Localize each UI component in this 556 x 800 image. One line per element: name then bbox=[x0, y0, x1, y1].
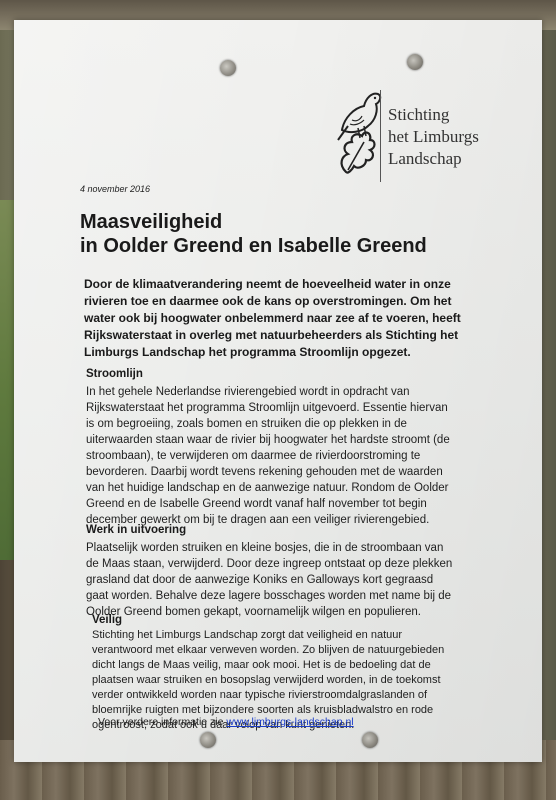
screw-top-right-icon bbox=[407, 54, 423, 70]
body-line: uiterwaarden staan waar de rivier bij ho… bbox=[86, 434, 450, 446]
section-heading-stroomlijn: Stroomlijn bbox=[86, 368, 143, 380]
logo-line: Stichting bbox=[388, 105, 450, 124]
body-line: stroombaan), te verwijderen om daarmee d… bbox=[86, 450, 421, 462]
screw-bottom-right-icon bbox=[362, 732, 378, 748]
section-body-stroomlijn: In het gehele Nederlandse rivierengebied… bbox=[86, 384, 526, 528]
body-line: Plaatselijk worden struiken en kleine bo… bbox=[86, 542, 444, 554]
body-line: van het huidige landschap en de aanwezig… bbox=[86, 482, 449, 494]
body-line: Rijkswaterstaat het programma Stroomlijn… bbox=[86, 402, 448, 414]
body-line: gaat worden. Behalve deze lagere bosscha… bbox=[86, 590, 452, 602]
body-line: de Maas staan, verwijderd. Door deze ing… bbox=[86, 558, 453, 570]
footer-info: Voor verdere informatie zie www.limburgs… bbox=[98, 716, 354, 728]
intro-line: rivieren toe en daarmee ook de kans op o… bbox=[84, 294, 452, 308]
logo-wordmark: Stichting het Limburgs Landschap bbox=[388, 104, 479, 170]
footer-text: Voor verdere informatie zie bbox=[98, 716, 227, 728]
screw-top-left-icon bbox=[220, 60, 236, 76]
body-line: is om begroeiing, zoals bomen en struike… bbox=[86, 418, 407, 430]
body-line: verder ontwikkeld worden naar typische r… bbox=[92, 689, 428, 701]
intro-paragraph: Door de klimaatverandering neemt de hoev… bbox=[84, 276, 524, 361]
body-line: In het gehele Nederlandse rivierengebied… bbox=[86, 386, 410, 398]
logo-divider bbox=[380, 90, 381, 182]
section-heading-werk-in-uitvoering: Werk in uitvoering bbox=[86, 524, 187, 536]
title-line: Maasveiligheid bbox=[80, 211, 223, 233]
screw-bottom-left-icon bbox=[200, 732, 216, 748]
body-line: Greend en de Isabelle Greend wordt vanaf… bbox=[86, 498, 427, 510]
intro-line: Rijkswaterstaat in overleg met natuurbeh… bbox=[84, 328, 459, 342]
intro-line: Door de klimaatverandering neemt de hoev… bbox=[84, 277, 451, 291]
notice-title: Maasveiligheid in Oolder Greend en Isabe… bbox=[80, 210, 427, 258]
intro-line: water ook bij hoogwater onbelemmerd naar… bbox=[84, 311, 461, 325]
website-link[interactable]: www.limburgs-landschap.nl bbox=[226, 716, 353, 728]
body-line: Oolder Greend bomen gekapt, voornamelijk… bbox=[86, 606, 421, 618]
logo-line: Landschap bbox=[388, 149, 462, 168]
intro-line: Limburgs Landschap het programma Strooml… bbox=[84, 345, 411, 359]
title-line: in Oolder Greend en Isabelle Greend bbox=[80, 235, 427, 257]
body-line: dicht langs de Maas veilig, maar ook moo… bbox=[92, 659, 431, 671]
body-line: Stichting het Limburgs Landschap zorgt d… bbox=[92, 629, 403, 641]
body-line: plaatsen waar struiken en bosopslag verw… bbox=[92, 674, 441, 686]
body-line: bevorderen. Daarbij wordt tevens rekenin… bbox=[86, 466, 443, 478]
section-heading-veilig: Veilig bbox=[92, 614, 123, 626]
body-line: verantwoord met elkaar verweven worden. … bbox=[92, 644, 445, 656]
body-line: grasland dat door de aanwezige Koniks en… bbox=[86, 574, 434, 586]
section-body-werk-in-uitvoering: Plaatselijk worden struiken en kleine bo… bbox=[86, 540, 526, 620]
notice-date: 4 november 2016 bbox=[80, 184, 151, 194]
logo-line: het Limburgs bbox=[388, 127, 479, 146]
